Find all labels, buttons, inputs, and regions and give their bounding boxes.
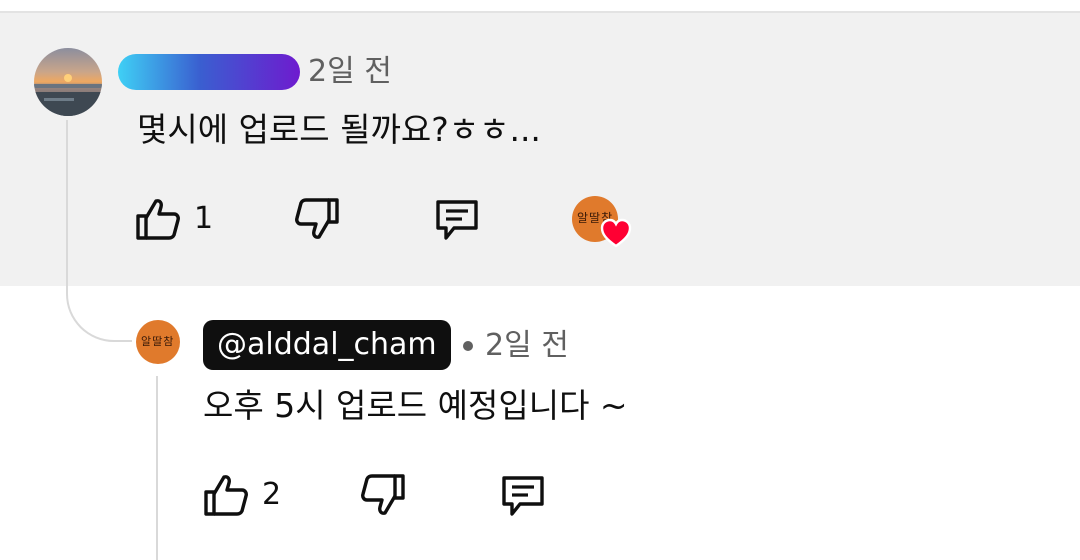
- thumbs-down-icon: [295, 198, 339, 239]
- creator-avatar[interactable]: 알딸참: [136, 320, 180, 364]
- username-redacted[interactable]: [118, 54, 300, 90]
- thumbs-up-icon: [136, 199, 180, 240]
- reply-reply-button[interactable]: [498, 472, 548, 518]
- creator-name-badge[interactable]: @alddal_cham: [203, 320, 451, 370]
- reply-text: 오후 5시 업로드 예정입니다 ~: [203, 386, 628, 425]
- sunset-photo-icon: [34, 48, 102, 116]
- commenter-avatar[interactable]: [34, 48, 102, 116]
- separator-dot: [463, 341, 473, 351]
- avatar-logo-text: 알딸참: [141, 335, 175, 348]
- heart-icon: [600, 218, 632, 248]
- reply-dislike-button[interactable]: [359, 472, 407, 518]
- reply-button[interactable]: [432, 196, 482, 242]
- thread-connector-line: [66, 120, 132, 342]
- thumbs-up-icon: [204, 475, 248, 516]
- reply-comment-icon: [436, 200, 478, 240]
- like-count: 1: [194, 201, 214, 236]
- comment-timestamp: 2일 전: [308, 54, 392, 89]
- reply-like-count: 2: [262, 477, 282, 512]
- reply-like-button[interactable]: 2: [202, 472, 281, 518]
- thread-line-continuation: [156, 376, 158, 560]
- reply-comment-icon: [502, 476, 544, 516]
- creator-heart[interactable]: 알딸참: [572, 196, 632, 248]
- dislike-button[interactable]: [293, 196, 341, 242]
- like-button[interactable]: 1: [134, 196, 213, 242]
- comment-text: 몇시에 업로드 될까요?ㅎㅎ...: [137, 110, 541, 149]
- reply-timestamp: 2일 전: [485, 328, 569, 363]
- thumbs-down-icon: [361, 474, 405, 515]
